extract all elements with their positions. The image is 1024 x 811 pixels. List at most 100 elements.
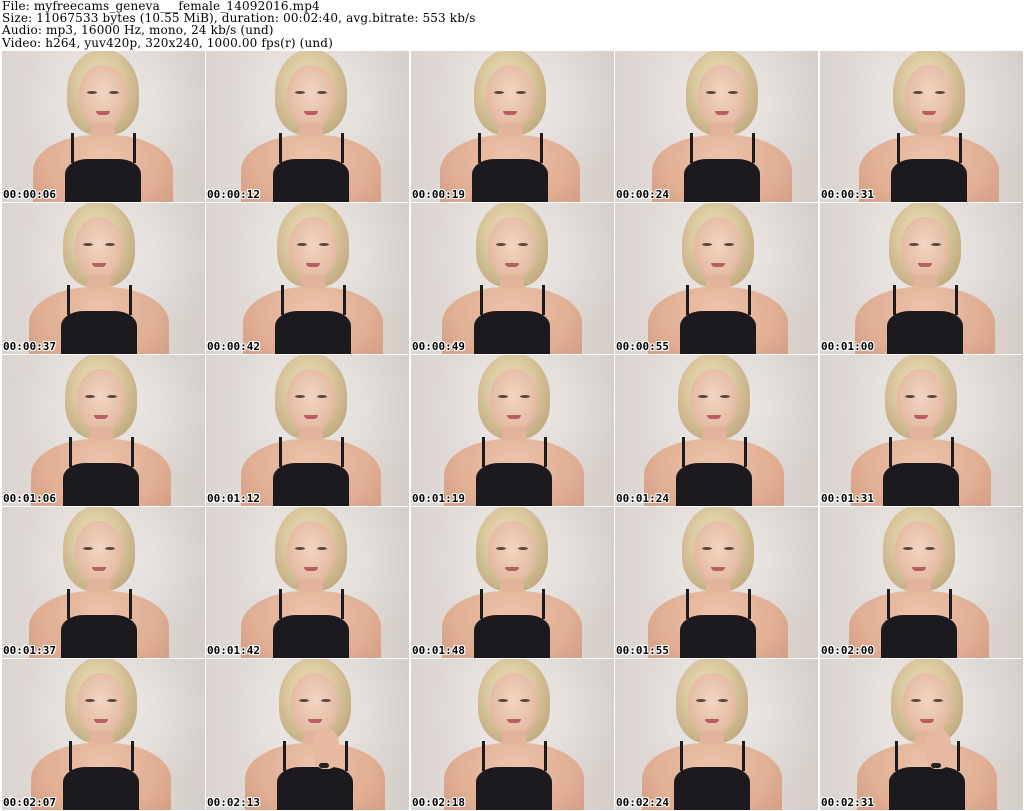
video-thumbnail: 00:00:12 bbox=[206, 51, 409, 202]
bra-strap bbox=[341, 437, 344, 467]
bra bbox=[275, 311, 351, 354]
eye bbox=[706, 91, 716, 94]
video-thumbnail: 00:00:19 bbox=[411, 51, 614, 202]
bra-strap bbox=[279, 437, 282, 467]
eye bbox=[911, 699, 921, 702]
mouth bbox=[920, 719, 934, 723]
face bbox=[490, 369, 538, 431]
eye bbox=[319, 243, 329, 246]
bra-strap bbox=[343, 285, 346, 315]
bra bbox=[472, 159, 548, 202]
thumbnail-timestamp: 00:01:55 bbox=[616, 644, 669, 657]
bra-strap bbox=[480, 589, 483, 619]
face bbox=[688, 673, 736, 735]
bra-strap bbox=[544, 741, 547, 771]
eye bbox=[724, 547, 734, 550]
mouth bbox=[503, 111, 517, 115]
eye bbox=[728, 91, 738, 94]
thumbnail-grid: 00:00:06 00:00:12 00:00:19 00:00:24 00:00:31… bbox=[2, 51, 1023, 811]
face bbox=[77, 673, 125, 735]
bra-strap bbox=[889, 437, 892, 467]
eye bbox=[317, 91, 327, 94]
bra-strap bbox=[283, 741, 286, 771]
thumbnail-timestamp: 00:02:24 bbox=[616, 796, 669, 809]
bracelet bbox=[931, 763, 941, 768]
bra-strap bbox=[690, 133, 693, 163]
mouth bbox=[715, 111, 729, 115]
eye bbox=[109, 91, 119, 94]
bra bbox=[273, 615, 349, 658]
thumbnail-timestamp: 00:01:19 bbox=[412, 492, 465, 505]
bra-strap bbox=[686, 589, 689, 619]
audio-info-line: Audio: mp3, 16000 Hz, mono, 24 kb/s (und… bbox=[2, 23, 274, 38]
bra-strap bbox=[279, 589, 282, 619]
bra bbox=[889, 767, 965, 810]
bra-strap bbox=[893, 285, 896, 315]
thumbnail-timestamp: 00:02:13 bbox=[207, 796, 260, 809]
bra-strap bbox=[478, 133, 481, 163]
video-thumbnail: 00:01:00 bbox=[820, 203, 1023, 354]
bra-strap bbox=[686, 285, 689, 315]
eye bbox=[913, 91, 923, 94]
mouth bbox=[94, 415, 108, 419]
eye bbox=[933, 699, 943, 702]
mouth bbox=[96, 111, 110, 115]
bra-strap bbox=[482, 741, 485, 771]
thumbnail-timestamp: 00:01:24 bbox=[616, 492, 669, 505]
bra-strap bbox=[133, 133, 136, 163]
eye bbox=[496, 243, 506, 246]
face bbox=[895, 521, 943, 583]
eye bbox=[702, 547, 712, 550]
video-thumbnail: 00:00:24 bbox=[615, 51, 818, 202]
bra-strap bbox=[69, 741, 72, 771]
video-thumbnail: 00:00:42 bbox=[206, 203, 409, 354]
bra bbox=[684, 159, 760, 202]
thumbnail-timestamp: 00:00:24 bbox=[616, 188, 669, 201]
face bbox=[694, 217, 742, 279]
bra bbox=[277, 767, 353, 810]
mouth bbox=[507, 415, 521, 419]
mouth bbox=[304, 567, 318, 571]
eye bbox=[321, 699, 331, 702]
bra-strap bbox=[67, 589, 70, 619]
thumbnail-timestamp: 00:02:00 bbox=[821, 644, 874, 657]
mouth bbox=[94, 719, 108, 723]
video-thumbnail: 00:01:24 bbox=[615, 355, 818, 506]
bra-strap bbox=[680, 741, 683, 771]
eye bbox=[83, 243, 93, 246]
bra bbox=[273, 159, 349, 202]
eye bbox=[297, 243, 307, 246]
mouth bbox=[306, 263, 320, 267]
bra-strap bbox=[752, 133, 755, 163]
video-thumbnail: 00:00:55 bbox=[615, 203, 818, 354]
bra-strap bbox=[542, 589, 545, 619]
bra bbox=[61, 311, 137, 354]
bra-strap bbox=[69, 437, 72, 467]
bra bbox=[887, 311, 963, 354]
eye bbox=[724, 243, 734, 246]
face bbox=[75, 521, 123, 583]
eye bbox=[935, 91, 945, 94]
bra-strap bbox=[129, 589, 132, 619]
video-thumbnail: 00:00:37 bbox=[2, 203, 205, 354]
bra-strap bbox=[71, 133, 74, 163]
bra-strap bbox=[955, 285, 958, 315]
bra-strap bbox=[482, 437, 485, 467]
thumbnail-timestamp: 00:00:19 bbox=[412, 188, 465, 201]
video-thumbnail: 00:02:31 bbox=[820, 659, 1023, 810]
face bbox=[287, 521, 335, 583]
bra bbox=[63, 767, 139, 810]
eye bbox=[927, 395, 937, 398]
video-thumbnail: 00:01:48 bbox=[411, 507, 614, 658]
thumbnail-timestamp: 00:00:42 bbox=[207, 340, 260, 353]
bra-strap bbox=[957, 741, 960, 771]
thumbnail-timestamp: 00:01:37 bbox=[3, 644, 56, 657]
video-thumbnail: 00:01:12 bbox=[206, 355, 409, 506]
eye bbox=[295, 91, 305, 94]
bra-strap bbox=[281, 285, 284, 315]
bra-strap bbox=[959, 133, 962, 163]
eye bbox=[905, 395, 915, 398]
eye bbox=[696, 699, 706, 702]
video-thumbnail: 00:02:13 bbox=[206, 659, 409, 810]
bra-strap bbox=[542, 285, 545, 315]
